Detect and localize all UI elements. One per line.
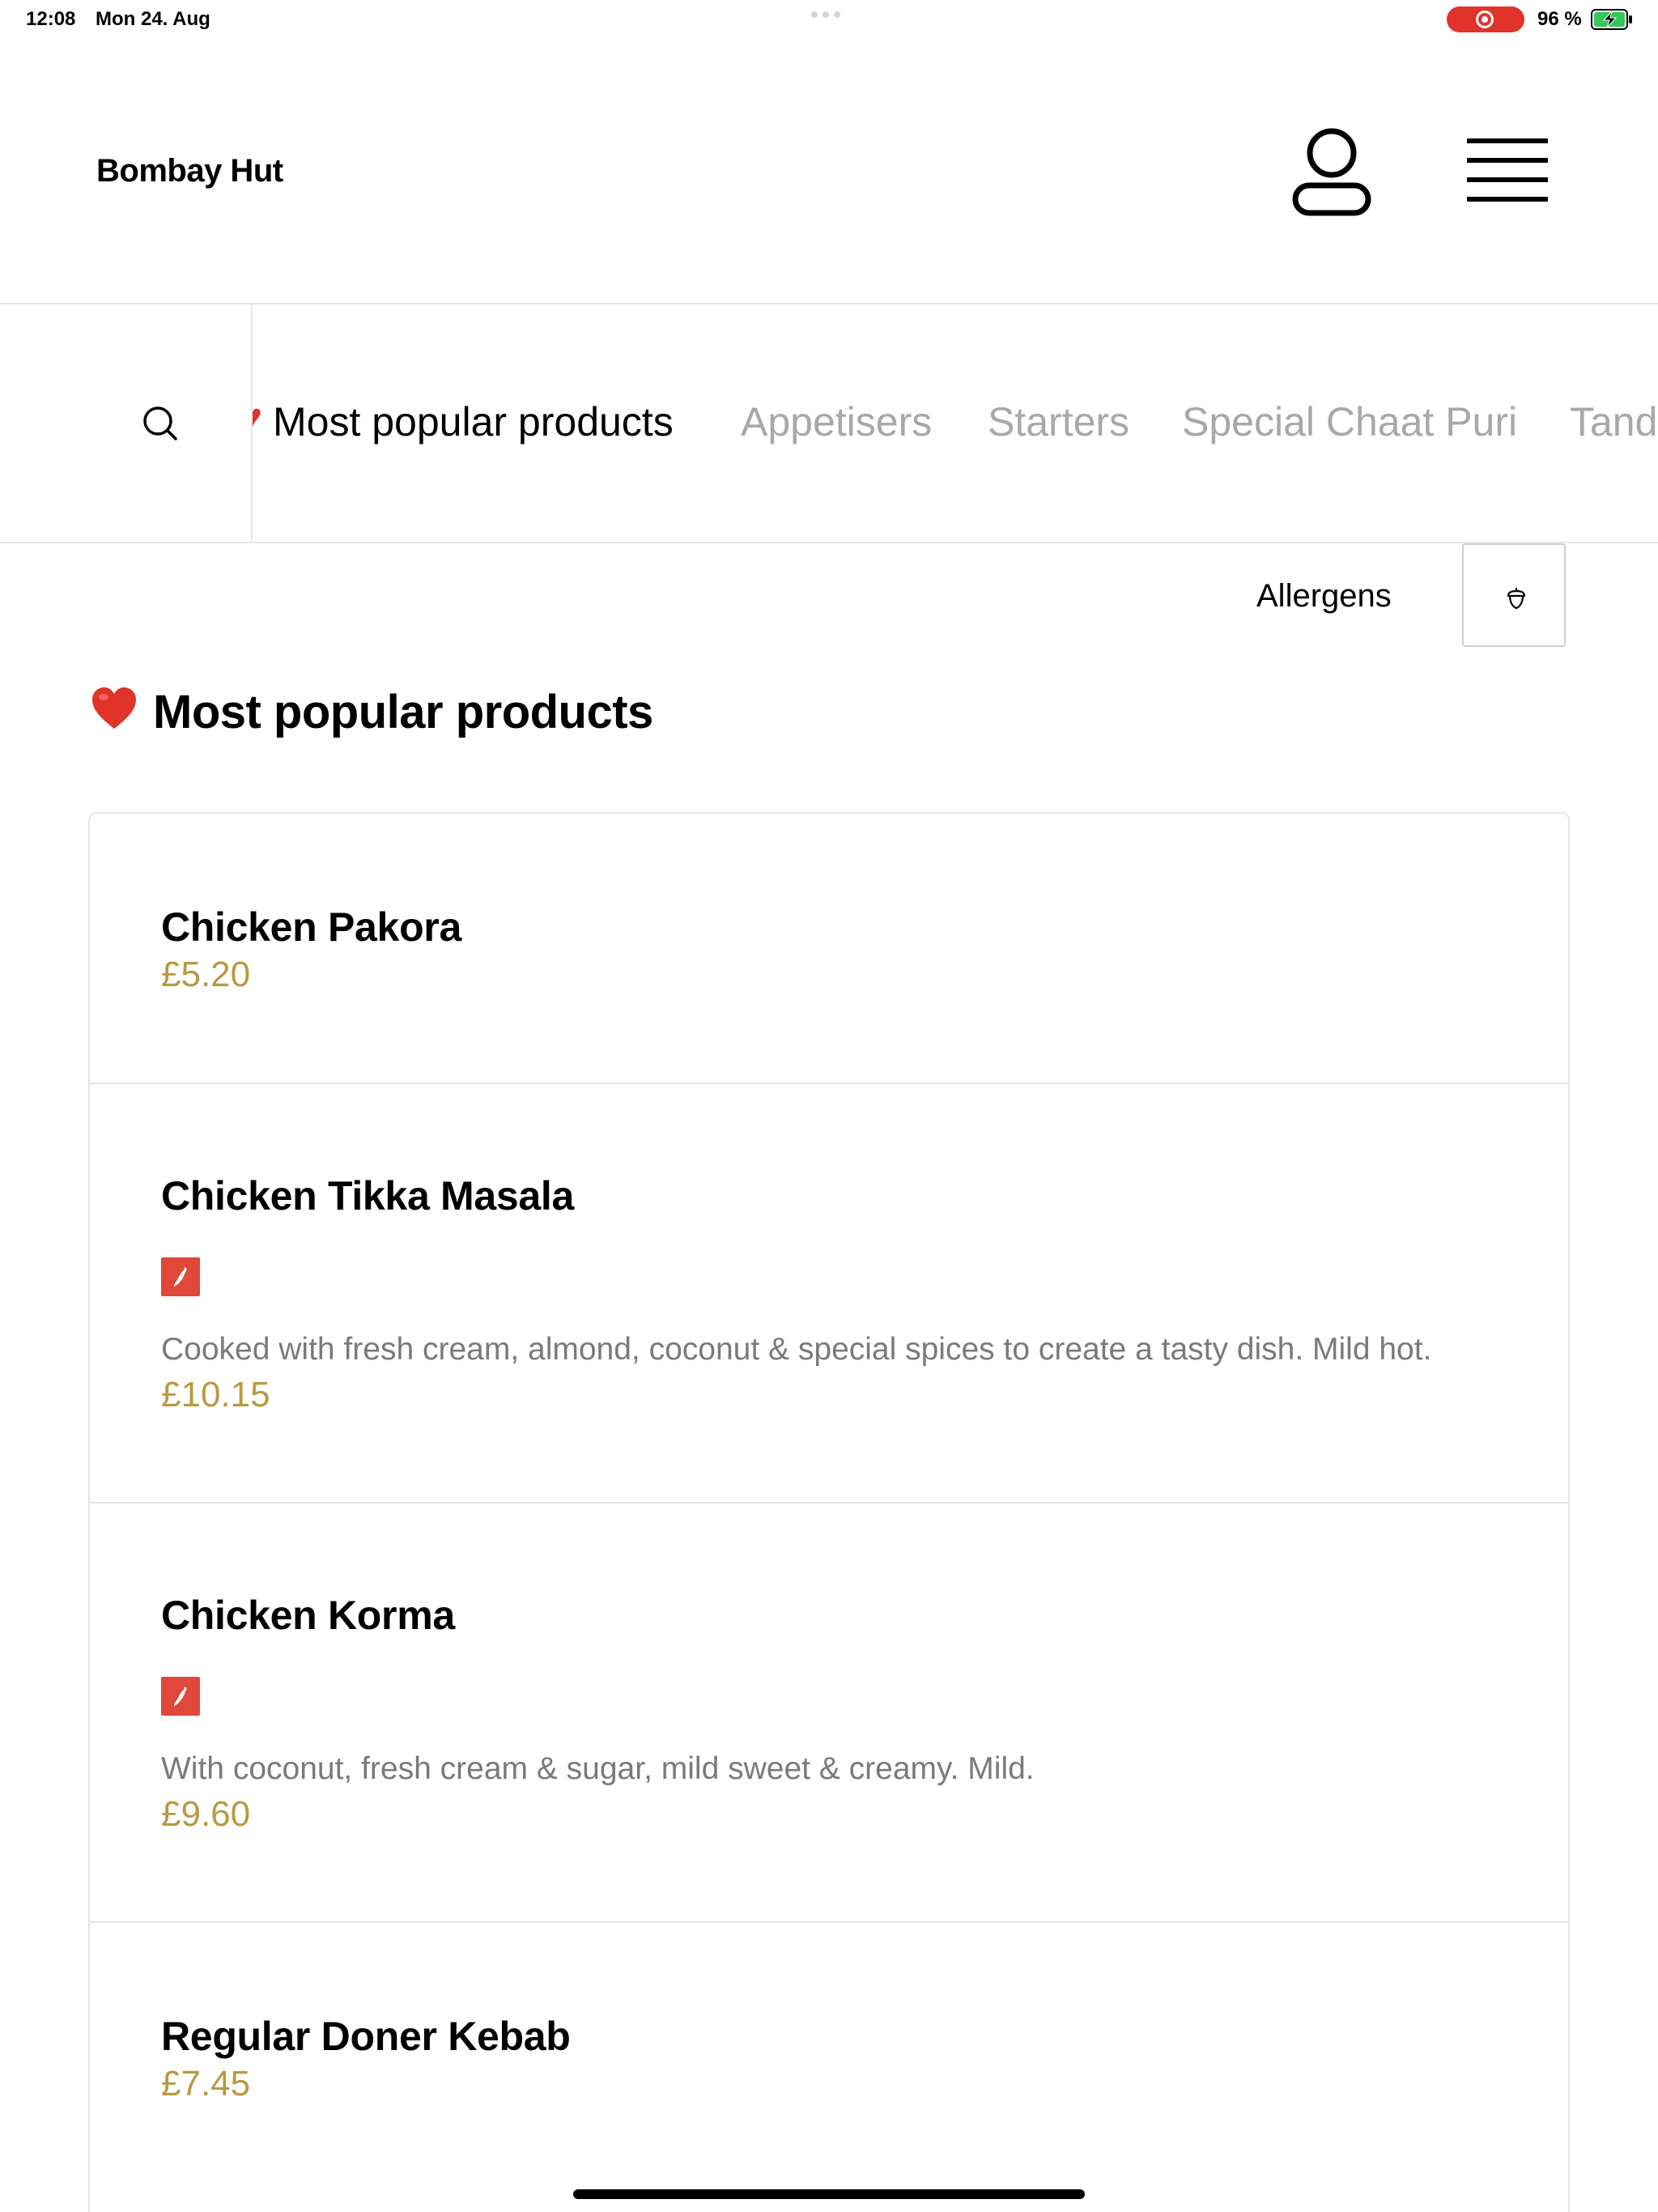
product-price: £9.60 — [161, 1794, 251, 1834]
product-card[interactable]: Chicken Tikka Masala Cooked with fresh c… — [90, 1084, 1568, 1504]
status-time: 12:08 — [26, 8, 76, 30]
status-bar: 12:08 Mon 24. Aug 96 % — [0, 0, 1658, 39]
tab-special-chaat-puri[interactable]: Special Chaat Puri — [1182, 398, 1517, 445]
home-indicator[interactable] — [573, 2189, 1085, 2199]
battery-percentage: 96 % — [1537, 8, 1582, 30]
product-name: Chicken Tikka Masala — [161, 1173, 575, 1219]
chili-icon — [161, 1257, 200, 1296]
product-price: £5.20 — [161, 955, 251, 994]
product-description: Cooked with fresh cream, almond, coconut… — [161, 1332, 1432, 1367]
tab-tandoori[interactable]: Tand — [1570, 398, 1657, 445]
hamburger-icon[interactable] — [1467, 136, 1548, 204]
product-name: Regular Doner Kebab — [161, 2014, 571, 2059]
tab-appetisers[interactable]: Appetisers — [741, 398, 932, 445]
product-card[interactable]: Chicken Pakora £5.20 — [90, 814, 1568, 1084]
acorn-icon — [1507, 587, 1526, 610]
product-price: £10.15 — [161, 1375, 270, 1414]
product-description: With coconut, fresh cream & sugar, mild … — [161, 1751, 1035, 1786]
product-price: £7.45 — [161, 2064, 251, 2104]
brand-name[interactable]: Bombay Hut — [96, 153, 283, 189]
status-date: Mon 24. Aug — [96, 8, 210, 30]
product-list: Chicken Pakora £5.20 Chicken Tikka Masal… — [88, 812, 1570, 2212]
multitasking-dots-icon[interactable] — [811, 11, 840, 18]
category-tabs[interactable]: ♥ Most popular products Appetisers Start… — [253, 304, 1658, 542]
heart-icon — [92, 687, 136, 729]
battery-charging-icon — [1591, 9, 1632, 30]
chili-icon — [161, 1677, 200, 1716]
person-icon[interactable] — [1292, 125, 1371, 216]
allergens-button[interactable] — [1462, 543, 1566, 647]
tab-most-popular[interactable]: Most popular products — [273, 398, 674, 445]
product-card[interactable]: Chicken Korma With coconut, fresh cream … — [90, 1504, 1568, 1923]
product-name: Chicken Pakora — [161, 904, 461, 950]
tab-starters[interactable]: Starters — [988, 398, 1129, 445]
product-name: Chicken Korma — [161, 1593, 455, 1638]
tabs-divider — [0, 542, 1658, 543]
screen-recording-icon[interactable] — [1447, 6, 1524, 32]
section-title: Most popular products — [153, 686, 653, 738]
heart-icon: ♥ — [253, 398, 262, 435]
search-icon[interactable] — [142, 405, 179, 442]
product-card[interactable]: Regular Doner Kebab £7.45 — [90, 1923, 1568, 2212]
allergens-label: Allergens — [1256, 578, 1392, 614]
